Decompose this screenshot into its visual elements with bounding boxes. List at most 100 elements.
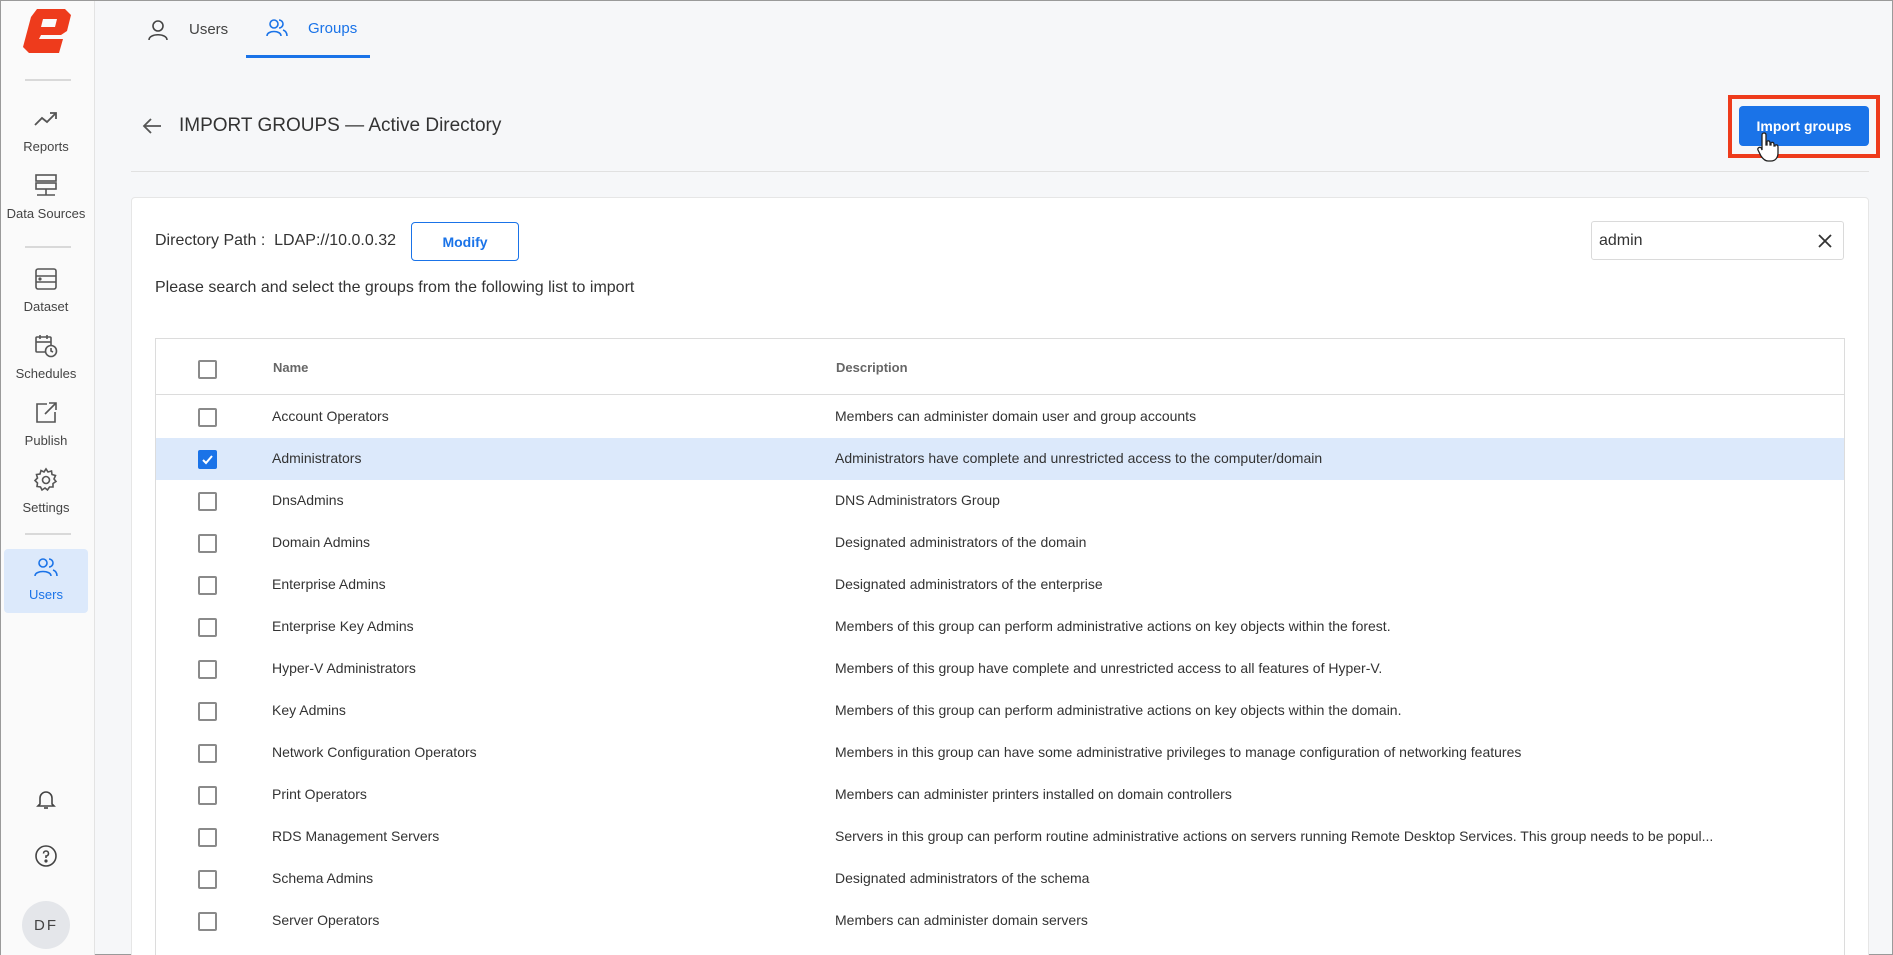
table-row[interactable]: Print Operators Members can administer pr…: [156, 774, 1844, 816]
instruction-text: Please search and select the groups from…: [155, 279, 635, 296]
table-row[interactable]: Schema Admins Designated administrators o…: [156, 858, 1844, 900]
group-name: Administrators: [272, 450, 362, 466]
table-row[interactable]: RDS Management Servers Servers in this gr…: [156, 816, 1844, 858]
group-name: Print Operators: [272, 786, 367, 802]
trending-up-icon: [32, 105, 60, 133]
group-name: Server Operators: [272, 912, 380, 928]
dataset-icon: [32, 265, 60, 293]
user-icon: [147, 19, 169, 41]
tab-label: Groups: [308, 19, 358, 37]
bell-icon[interactable]: [31, 784, 61, 814]
group-name: Hyper-V Administrators: [272, 660, 416, 676]
group-description: Members of this group can perform admini…: [835, 618, 1391, 634]
app-logo[interactable]: [15, 5, 77, 57]
row-checkbox[interactable]: [198, 534, 217, 553]
row-checkbox[interactable]: [198, 660, 217, 679]
row-checkbox[interactable]: [198, 828, 217, 847]
row-checkbox[interactable]: [198, 618, 217, 637]
table-row[interactable]: DnsAdmins DNS Administrators Group: [156, 480, 1844, 522]
tab-users[interactable]: Users: [127, 1, 248, 58]
table-row[interactable]: Key Admins Members of this group can perf…: [156, 690, 1844, 732]
sidebar-item-settings[interactable]: Settings: [4, 462, 88, 526]
group-name: Schema Admins: [272, 870, 374, 886]
calendar-clock-icon: [32, 332, 60, 360]
table-row[interactable]: Domain Admins Designated administrators o…: [156, 522, 1844, 564]
sidebar-item-data-sources[interactable]: Data Sources: [4, 168, 88, 232]
close-icon[interactable]: [1815, 231, 1835, 251]
group-description: Members of this group can perform admini…: [835, 702, 1402, 718]
row-checkbox[interactable]: [198, 912, 217, 931]
row-checkbox[interactable]: [198, 786, 217, 805]
gear-icon: [32, 466, 60, 494]
sidebar-item-label: Publish: [24, 433, 68, 448]
sidebar-divider: [25, 79, 71, 81]
server-icon: [32, 172, 60, 200]
table-row[interactable]: Hyper-V Administrators Members of this gr…: [156, 648, 1844, 690]
group-name: Account Operators: [272, 408, 389, 424]
row-checkbox[interactable]: [198, 492, 217, 511]
group-name: Enterprise Admins: [272, 576, 386, 592]
group-description: Members in this group can have some admi…: [835, 744, 1522, 760]
groups-table: Name Description Account Operators Member…: [155, 338, 1845, 955]
group-description: Members can administer printers installe…: [835, 786, 1232, 802]
sidebar-item-label: Dataset: [23, 299, 69, 314]
table-row[interactable]: Network Configuration Operators Members i…: [156, 732, 1844, 774]
sidebar-item-publish[interactable]: Publish: [4, 395, 88, 459]
sidebar-item-schedules[interactable]: Schedules: [4, 328, 88, 392]
group-name: DnsAdmins: [272, 492, 344, 508]
row-checkbox[interactable]: [198, 408, 217, 427]
group-description: Members of this group have complete and …: [835, 660, 1383, 676]
select-all-checkbox[interactable]: [198, 360, 217, 379]
sidebar-item-users[interactable]: Users: [4, 549, 88, 613]
group-description: Administrators have complete and unrestr…: [835, 450, 1323, 466]
avatar[interactable]: DF: [22, 901, 70, 949]
sidebar-item-reports[interactable]: Reports: [4, 101, 88, 165]
back-arrow-icon[interactable]: [139, 113, 165, 139]
directory-path-label: Directory Path : LDAP://10.0.0.32: [155, 232, 397, 249]
table-row[interactable]: Enterprise Key Admins Members of this gro…: [156, 606, 1844, 648]
group-name: Key Admins: [272, 702, 346, 718]
sidebar-item-label: Users: [29, 587, 63, 602]
row-checkbox[interactable]: [198, 744, 217, 763]
row-checkbox[interactable]: [198, 702, 217, 721]
table-header: Name Description: [156, 339, 1844, 395]
modify-button[interactable]: Modify: [411, 222, 519, 261]
sidebar-divider: [25, 533, 71, 535]
search-input[interactable]: [1592, 222, 1807, 259]
sidebar-item-label: Data Sources: [6, 206, 86, 221]
sidebar-item-dataset[interactable]: Dataset: [4, 261, 88, 325]
header-divider: [131, 171, 1869, 172]
tab-label: Users: [189, 21, 229, 38]
group-name: Enterprise Key Admins: [272, 618, 414, 634]
group-description: Designated administrators of the schema: [835, 870, 1090, 886]
group-description: Designated administrators of the domain: [835, 534, 1087, 550]
sidebar-item-label: Settings: [22, 500, 70, 515]
sidebar-item-label: Reports: [23, 139, 69, 154]
sidebar-divider: [25, 246, 71, 248]
table-row[interactable]: Account Operators Members can administer …: [156, 396, 1844, 438]
tab-groups[interactable]: Groups: [246, 1, 370, 58]
table-row[interactable]: Server Operators Members can administer d…: [156, 900, 1844, 942]
group-description: Members can administer domain servers: [835, 912, 1088, 928]
column-header-name: Name: [273, 360, 309, 375]
group-description: Members can administer domain user and g…: [835, 408, 1197, 424]
group-name: Network Configuration Operators: [272, 744, 477, 760]
search-box: [1591, 221, 1844, 260]
column-header-description: Description: [836, 360, 908, 375]
group-icon: [266, 17, 288, 39]
page-title: IMPORT GROUPS — Active Directory: [179, 115, 502, 136]
group-name: RDS Management Servers: [272, 828, 440, 844]
group-description: Servers in this group can perform routin…: [835, 828, 1714, 844]
publish-icon: [32, 399, 60, 427]
sidebar-item-label: Schedules: [15, 366, 77, 381]
hand-cursor-icon: [1757, 131, 1779, 163]
group-description: DNS Administrators Group: [835, 492, 1000, 508]
table-row[interactable]: Administrators Administrators have comple…: [156, 438, 1844, 480]
row-checkbox[interactable]: [198, 870, 217, 889]
row-checkbox[interactable]: [198, 576, 217, 595]
help-icon[interactable]: [31, 841, 61, 871]
row-checkbox[interactable]: [198, 450, 217, 469]
group-name: Domain Admins: [272, 534, 371, 550]
group-description: Designated administrators of the enterpr…: [835, 576, 1103, 592]
table-row[interactable]: Enterprise Admins Designated administrato…: [156, 564, 1844, 606]
